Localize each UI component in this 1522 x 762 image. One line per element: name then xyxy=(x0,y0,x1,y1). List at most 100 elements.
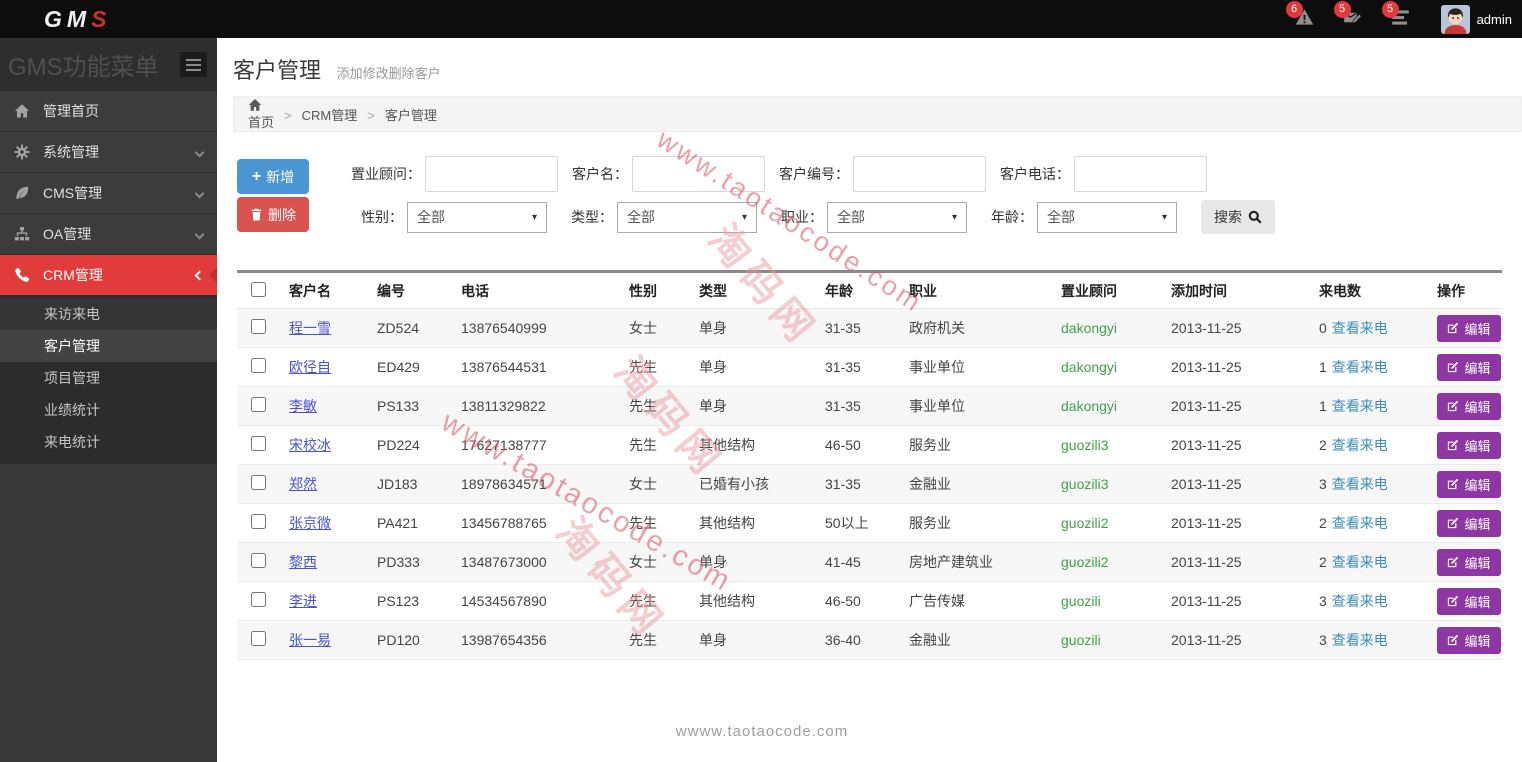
consultant-link[interactable]: dakongyi xyxy=(1061,359,1117,375)
added-date-cell: 2013-11-25 xyxy=(1157,582,1305,621)
add-button[interactable]: + 新增 xyxy=(237,159,309,194)
edit-button[interactable]: 编辑 xyxy=(1437,354,1501,381)
view-calls-link[interactable]: 查看来电 xyxy=(1332,554,1388,570)
consultant-link[interactable]: guozili2 xyxy=(1061,554,1108,570)
consultant-link[interactable]: dakongyi xyxy=(1061,398,1117,414)
breadcrumb-item-crm[interactable]: CRM管理 xyxy=(274,105,357,124)
search-icon xyxy=(1248,210,1262,224)
user-menu[interactable]: admin xyxy=(1441,5,1512,34)
delete-button[interactable]: 删除 xyxy=(237,197,309,232)
customer-name-link[interactable]: 张京微 xyxy=(289,515,331,531)
notification-message[interactable]: 5 xyxy=(1343,8,1365,30)
row-checkbox[interactable] xyxy=(251,475,266,490)
row-checkbox[interactable] xyxy=(251,319,266,334)
operation-cell: 编辑 xyxy=(1423,348,1502,387)
notification-warning[interactable]: 6 xyxy=(1295,8,1317,30)
customer-name-link[interactable]: 李进 xyxy=(289,593,317,609)
consultant-link[interactable]: guozili xyxy=(1061,593,1101,609)
sidebar-item-home[interactable]: 管理首页 xyxy=(0,91,217,132)
row-checkbox[interactable] xyxy=(251,553,266,568)
consultant-link[interactable]: guozili2 xyxy=(1061,515,1108,531)
edit-button[interactable]: 编辑 xyxy=(1437,471,1501,498)
customer-name-cell: 宋校冰 xyxy=(275,426,363,465)
age-select[interactable]: 全部▾ xyxy=(1037,202,1177,233)
edit-button[interactable]: 编辑 xyxy=(1437,588,1501,615)
edit-button[interactable]: 编辑 xyxy=(1437,627,1501,654)
calls-count: 2 xyxy=(1319,515,1327,531)
view-calls-link[interactable]: 查看来电 xyxy=(1332,515,1388,531)
view-calls-link[interactable]: 查看来电 xyxy=(1332,359,1388,375)
breadcrumb-item-home[interactable]: 首页 xyxy=(248,98,274,131)
customers-table: 客户名编号电话性别类型年龄职业置业顾问添加时间来电数操作 程一雪ZD524138… xyxy=(237,270,1502,660)
calls-count: 3 xyxy=(1319,632,1327,648)
edit-button[interactable]: 编辑 xyxy=(1437,432,1501,459)
added-date-cell: 2013-11-25 xyxy=(1157,348,1305,387)
sidebar-item-system[interactable]: 系统管理 xyxy=(0,132,217,173)
edit-button-label: 编辑 xyxy=(1464,358,1490,377)
view-calls-link[interactable]: 查看来电 xyxy=(1332,437,1388,453)
submenu-item-projects[interactable]: 项目管理 xyxy=(0,362,217,394)
consultant-link[interactable]: dakongyi xyxy=(1061,320,1117,336)
breadcrumb-item-customers[interactable]: 客户管理 xyxy=(357,105,437,124)
view-calls-link[interactable]: 查看来电 xyxy=(1332,632,1388,648)
table-row: 张京微PA42113456788765先生其他结构50以上服务业guozili2… xyxy=(237,504,1502,543)
sidebar-item-oa[interactable]: OA管理 xyxy=(0,214,217,255)
gender-select[interactable]: 全部▾ xyxy=(407,202,547,233)
row-checkbox[interactable] xyxy=(251,592,266,607)
job-select[interactable]: 全部▾ xyxy=(827,202,967,233)
sidebar-item-cms[interactable]: CMS管理 xyxy=(0,173,217,214)
consultant-cell: guozili xyxy=(1047,582,1157,621)
customer-name-link[interactable]: 宋校冰 xyxy=(289,437,331,453)
edit-button[interactable]: 编辑 xyxy=(1437,393,1501,420)
age-select-value: 全部 xyxy=(1047,207,1075,227)
customer-phone-input[interactable] xyxy=(1074,156,1207,192)
edit-button[interactable]: 编辑 xyxy=(1437,315,1501,342)
table-row: 李敏PS13313811329822先生单身31-35事业单位dakongyi2… xyxy=(237,387,1502,426)
view-calls-link[interactable]: 查看来电 xyxy=(1332,398,1388,414)
submenu-item-customers[interactable]: 客户管理 xyxy=(0,330,217,362)
submenu-item-call-stats[interactable]: 来电统计 xyxy=(0,426,217,458)
sidebar-item-crm[interactable]: CRM管理 xyxy=(0,255,217,296)
customer-age-cell: 31-35 xyxy=(811,387,895,426)
row-checkbox[interactable] xyxy=(251,436,266,451)
leaf-icon xyxy=(14,185,30,201)
customer-name-link[interactable]: 欧径自 xyxy=(289,359,331,375)
edit-button-label: 编辑 xyxy=(1464,436,1490,455)
customer-name-link[interactable]: 李敏 xyxy=(289,398,317,414)
sidebar-toggle-button[interactable] xyxy=(180,52,207,77)
notification-tasks[interactable]: 5 xyxy=(1391,8,1413,30)
table-body: 程一雪ZD52413876540999女士单身31-35政府机关dakongyi… xyxy=(237,309,1502,660)
edit-button[interactable]: 编辑 xyxy=(1437,549,1501,576)
edit-icon xyxy=(1447,634,1459,646)
consultant-link[interactable]: guozili3 xyxy=(1061,476,1108,492)
customer-name-link[interactable]: 黎西 xyxy=(289,554,317,570)
row-checkbox[interactable] xyxy=(251,397,266,412)
customer-code-cell: JD183 xyxy=(363,465,447,504)
customer-name-input[interactable] xyxy=(632,156,765,192)
view-calls-link[interactable]: 查看来电 xyxy=(1332,320,1388,336)
submenu-item-performance[interactable]: 业绩统计 xyxy=(0,394,217,426)
customer-code-input[interactable] xyxy=(853,156,986,192)
row-checkbox-cell xyxy=(237,387,275,426)
consultant-link[interactable]: guozili3 xyxy=(1061,437,1108,453)
customer-type-cell: 单身 xyxy=(685,387,811,426)
type-select[interactable]: 全部▾ xyxy=(617,202,757,233)
view-calls-link[interactable]: 查看来电 xyxy=(1332,476,1388,492)
calls-cell: 3 查看来电 xyxy=(1305,621,1423,660)
row-checkbox[interactable] xyxy=(251,631,266,646)
customer-name-link[interactable]: 郑然 xyxy=(289,476,317,492)
view-calls-link[interactable]: 查看来电 xyxy=(1332,593,1388,609)
consultant-input[interactable] xyxy=(425,156,558,192)
customer-name-link[interactable]: 张一易 xyxy=(289,632,331,648)
select-all-checkbox[interactable] xyxy=(251,282,266,297)
operation-cell: 编辑 xyxy=(1423,504,1502,543)
consultant-link[interactable]: guozili xyxy=(1061,632,1101,648)
row-checkbox[interactable] xyxy=(251,514,266,529)
edit-button[interactable]: 编辑 xyxy=(1437,510,1501,537)
search-button[interactable]: 搜索 xyxy=(1201,200,1275,234)
column-header: 操作 xyxy=(1423,272,1502,309)
submenu-item-visit-calls[interactable]: 来访来电 xyxy=(0,298,217,330)
row-checkbox[interactable] xyxy=(251,358,266,373)
column-header: 客户名 xyxy=(275,272,363,309)
customer-name-link[interactable]: 程一雪 xyxy=(289,320,331,336)
